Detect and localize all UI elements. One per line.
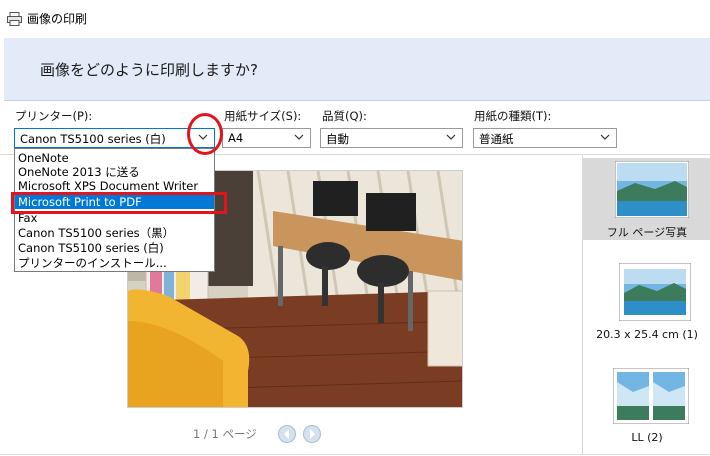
next-page-button[interactable]: [303, 425, 321, 443]
printer-option[interactable]: OneNote: [15, 151, 214, 165]
quality-select[interactable]: 自動: [320, 128, 463, 148]
paper-type-label: 用紙の種類(T):: [474, 109, 552, 123]
arrow-left-icon: [284, 429, 289, 439]
ll-2-thumbnail: [613, 368, 689, 424]
header-banner: 画像をどのように印刷しますか?: [4, 38, 710, 101]
quality-label: 品質(Q):: [322, 109, 367, 123]
paper-size-select[interactable]: A4: [222, 128, 311, 148]
paper-type-value: 普通紙: [479, 132, 514, 146]
20x25-thumbnail: [619, 263, 691, 321]
layout-caption: フル ページ写真: [606, 226, 688, 239]
window-title: 画像の印刷: [27, 12, 88, 26]
chevron-down-icon: [600, 134, 610, 140]
chevron-down-icon: [294, 134, 304, 140]
printer-option[interactable]: Microsoft XPS Document Writer: [15, 179, 214, 193]
layout-caption: LL (2): [631, 431, 663, 444]
annotation-highlight-box: [11, 192, 227, 214]
printer-option[interactable]: プリンターのインストール...: [15, 256, 214, 270]
layout-ll-2[interactable]: LL (2): [583, 367, 710, 455]
title-bar: 画像の印刷: [0, 0, 710, 36]
layout-caption: 20.3 x 25.4 cm (1): [596, 328, 698, 341]
full-page-photo-thumbnail: [615, 161, 689, 218]
printer-option[interactable]: Canon TS5100 series (白): [15, 241, 214, 255]
printer-option[interactable]: OneNote 2013 に送る: [15, 165, 214, 179]
layout-20x25[interactable]: 20.3 x 25.4 cm (1): [583, 263, 710, 345]
annotation-circle: [187, 113, 223, 155]
paper-size-label: 用紙サイズ(S):: [224, 109, 302, 123]
layout-panel: フル ページ写真 20.3 x 25.4 cm (1) LL (2): [582, 155, 710, 455]
page-indicator: 1 / 1 ページ: [193, 427, 257, 441]
print-question: 画像をどのように印刷しますか?: [40, 61, 258, 79]
printer-select[interactable]: Canon TS5100 series (白): [14, 128, 215, 148]
printer-select-value: Canon TS5100 series (白): [20, 132, 166, 146]
printer-label: プリンター(P):: [15, 109, 93, 123]
arrow-right-icon: [310, 429, 315, 439]
printer-option[interactable]: Canon TS5100 series（黒）: [15, 226, 214, 240]
printer-icon: [7, 11, 23, 26]
quality-value: 自動: [326, 132, 349, 146]
chevron-down-icon: [446, 134, 456, 140]
layout-full-page-photo[interactable]: フル ページ写真: [583, 158, 710, 240]
previous-page-button[interactable]: [278, 425, 296, 443]
paper-size-value: A4: [228, 131, 244, 145]
paper-type-select[interactable]: 普通紙: [473, 128, 617, 148]
bottom-border: [0, 454, 710, 455]
